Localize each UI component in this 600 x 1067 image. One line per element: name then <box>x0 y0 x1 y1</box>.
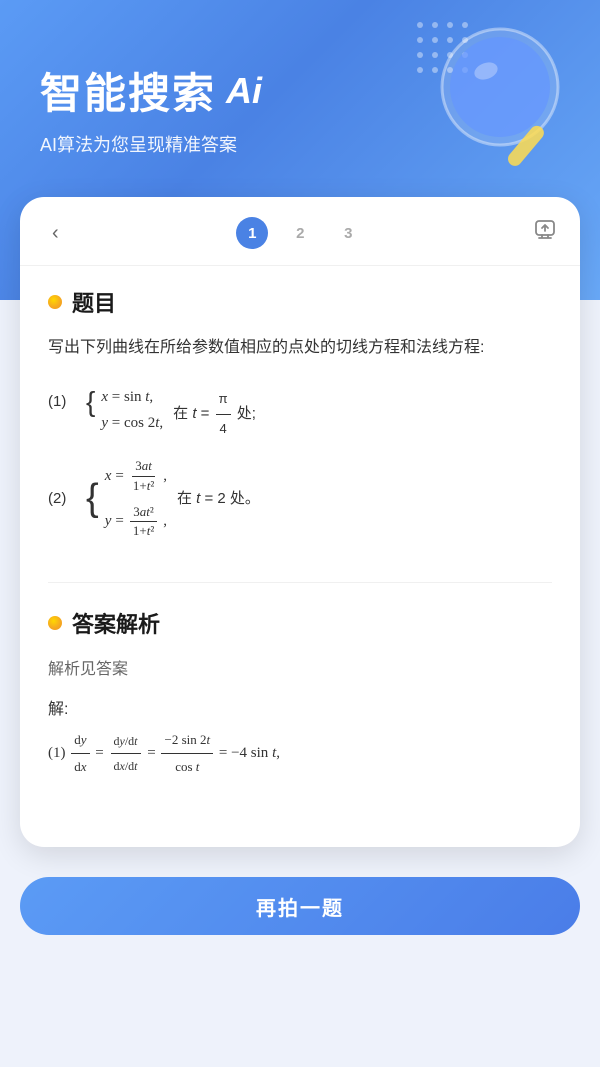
main-card: ‹ 1 2 3 题目 写出下列曲线在所给参数值相应的点处的切线方程和法线方程: <box>20 197 580 847</box>
answer-formula: (1) dy dx = dy/dt dx/dt = −2 sin 2t cos … <box>48 727 552 780</box>
math-item-num-2: (2) <box>48 482 80 515</box>
math-eq-2b: y = 3at² 1+t² , <box>105 503 167 540</box>
bottom-section: 再拍一题 <box>0 867 600 965</box>
nav-page-1[interactable]: 1 <box>236 217 268 249</box>
header-section: 智能搜索 Ai AI算法为您呈现精准答案 <box>0 0 600 187</box>
nav-page-3[interactable]: 3 <box>332 217 364 249</box>
math-condition-1: 在 t = π4 处; <box>173 385 256 443</box>
nav-page-2[interactable]: 2 <box>284 217 316 249</box>
math-condition-2: 在 t = 2 处。 <box>177 482 260 515</box>
retake-button[interactable]: 再拍一题 <box>20 877 580 935</box>
app-title: 智能搜索 <box>40 60 216 121</box>
math-brace-2: { <box>86 476 99 522</box>
section-divider <box>48 582 552 583</box>
ai-badge: Ai <box>226 70 262 112</box>
answer-note: 解析见答案 <box>48 655 552 679</box>
header-title: 智能搜索 Ai <box>40 60 560 121</box>
answer-dot <box>48 616 62 630</box>
frac-3at2: 3at² 1+t² <box>130 503 157 540</box>
nav-pages: 1 2 3 <box>236 217 364 249</box>
answer-section: 答案解析 解析见答案 解: (1) dy dx = dy/dt dx/dt = … <box>48 603 552 780</box>
share-icon <box>534 219 556 241</box>
problem-dot <box>48 295 62 309</box>
math-system-2: x = 3at 1+t² , y = 3at² 1+t² , <box>105 457 167 540</box>
math-brace-1: { <box>86 385 95 419</box>
frac-3at: 3at 1+t² <box>130 457 157 494</box>
math-item-1: (1) { x = sin t, y = cos 2t, 在 t = π4 处; <box>48 385 552 443</box>
problem-section-header: 题目 <box>48 286 552 318</box>
ai-badge-text: Ai <box>226 70 262 111</box>
card-content: 题目 写出下列曲线在所给参数值相应的点处的切线方程和法线方程: (1) { x … <box>20 266 580 800</box>
answer-section-header: 答案解析 <box>48 607 552 639</box>
math-eq-2a: x = 3at 1+t² , <box>105 457 167 494</box>
math-item-2: (2) { x = 3at 1+t² , y = 3at² <box>48 457 552 540</box>
math-item-num-1: (1) <box>48 385 80 418</box>
problem-description: 写出下列曲线在所给参数值相应的点处的切线方程和法线方程: <box>48 334 552 361</box>
math-equations: (1) { x = sin t, y = cos 2t, 在 t = π4 处;… <box>48 377 552 562</box>
answer-solve-label: 解: <box>48 695 552 719</box>
nav-share-button[interactable] <box>534 219 556 247</box>
problem-title: 题目 <box>72 286 116 318</box>
header-subtitle: AI算法为您呈现精准答案 <box>40 131 560 157</box>
nav-back-button[interactable]: ‹ <box>44 218 67 249</box>
math-eq-1b: y = cos 2t, <box>101 411 163 435</box>
math-system-1: x = sin t, y = cos 2t, <box>101 385 163 435</box>
answer-title: 答案解析 <box>72 607 160 639</box>
card-navigation: ‹ 1 2 3 <box>20 197 580 266</box>
math-eq-1a: x = sin t, <box>101 385 163 409</box>
